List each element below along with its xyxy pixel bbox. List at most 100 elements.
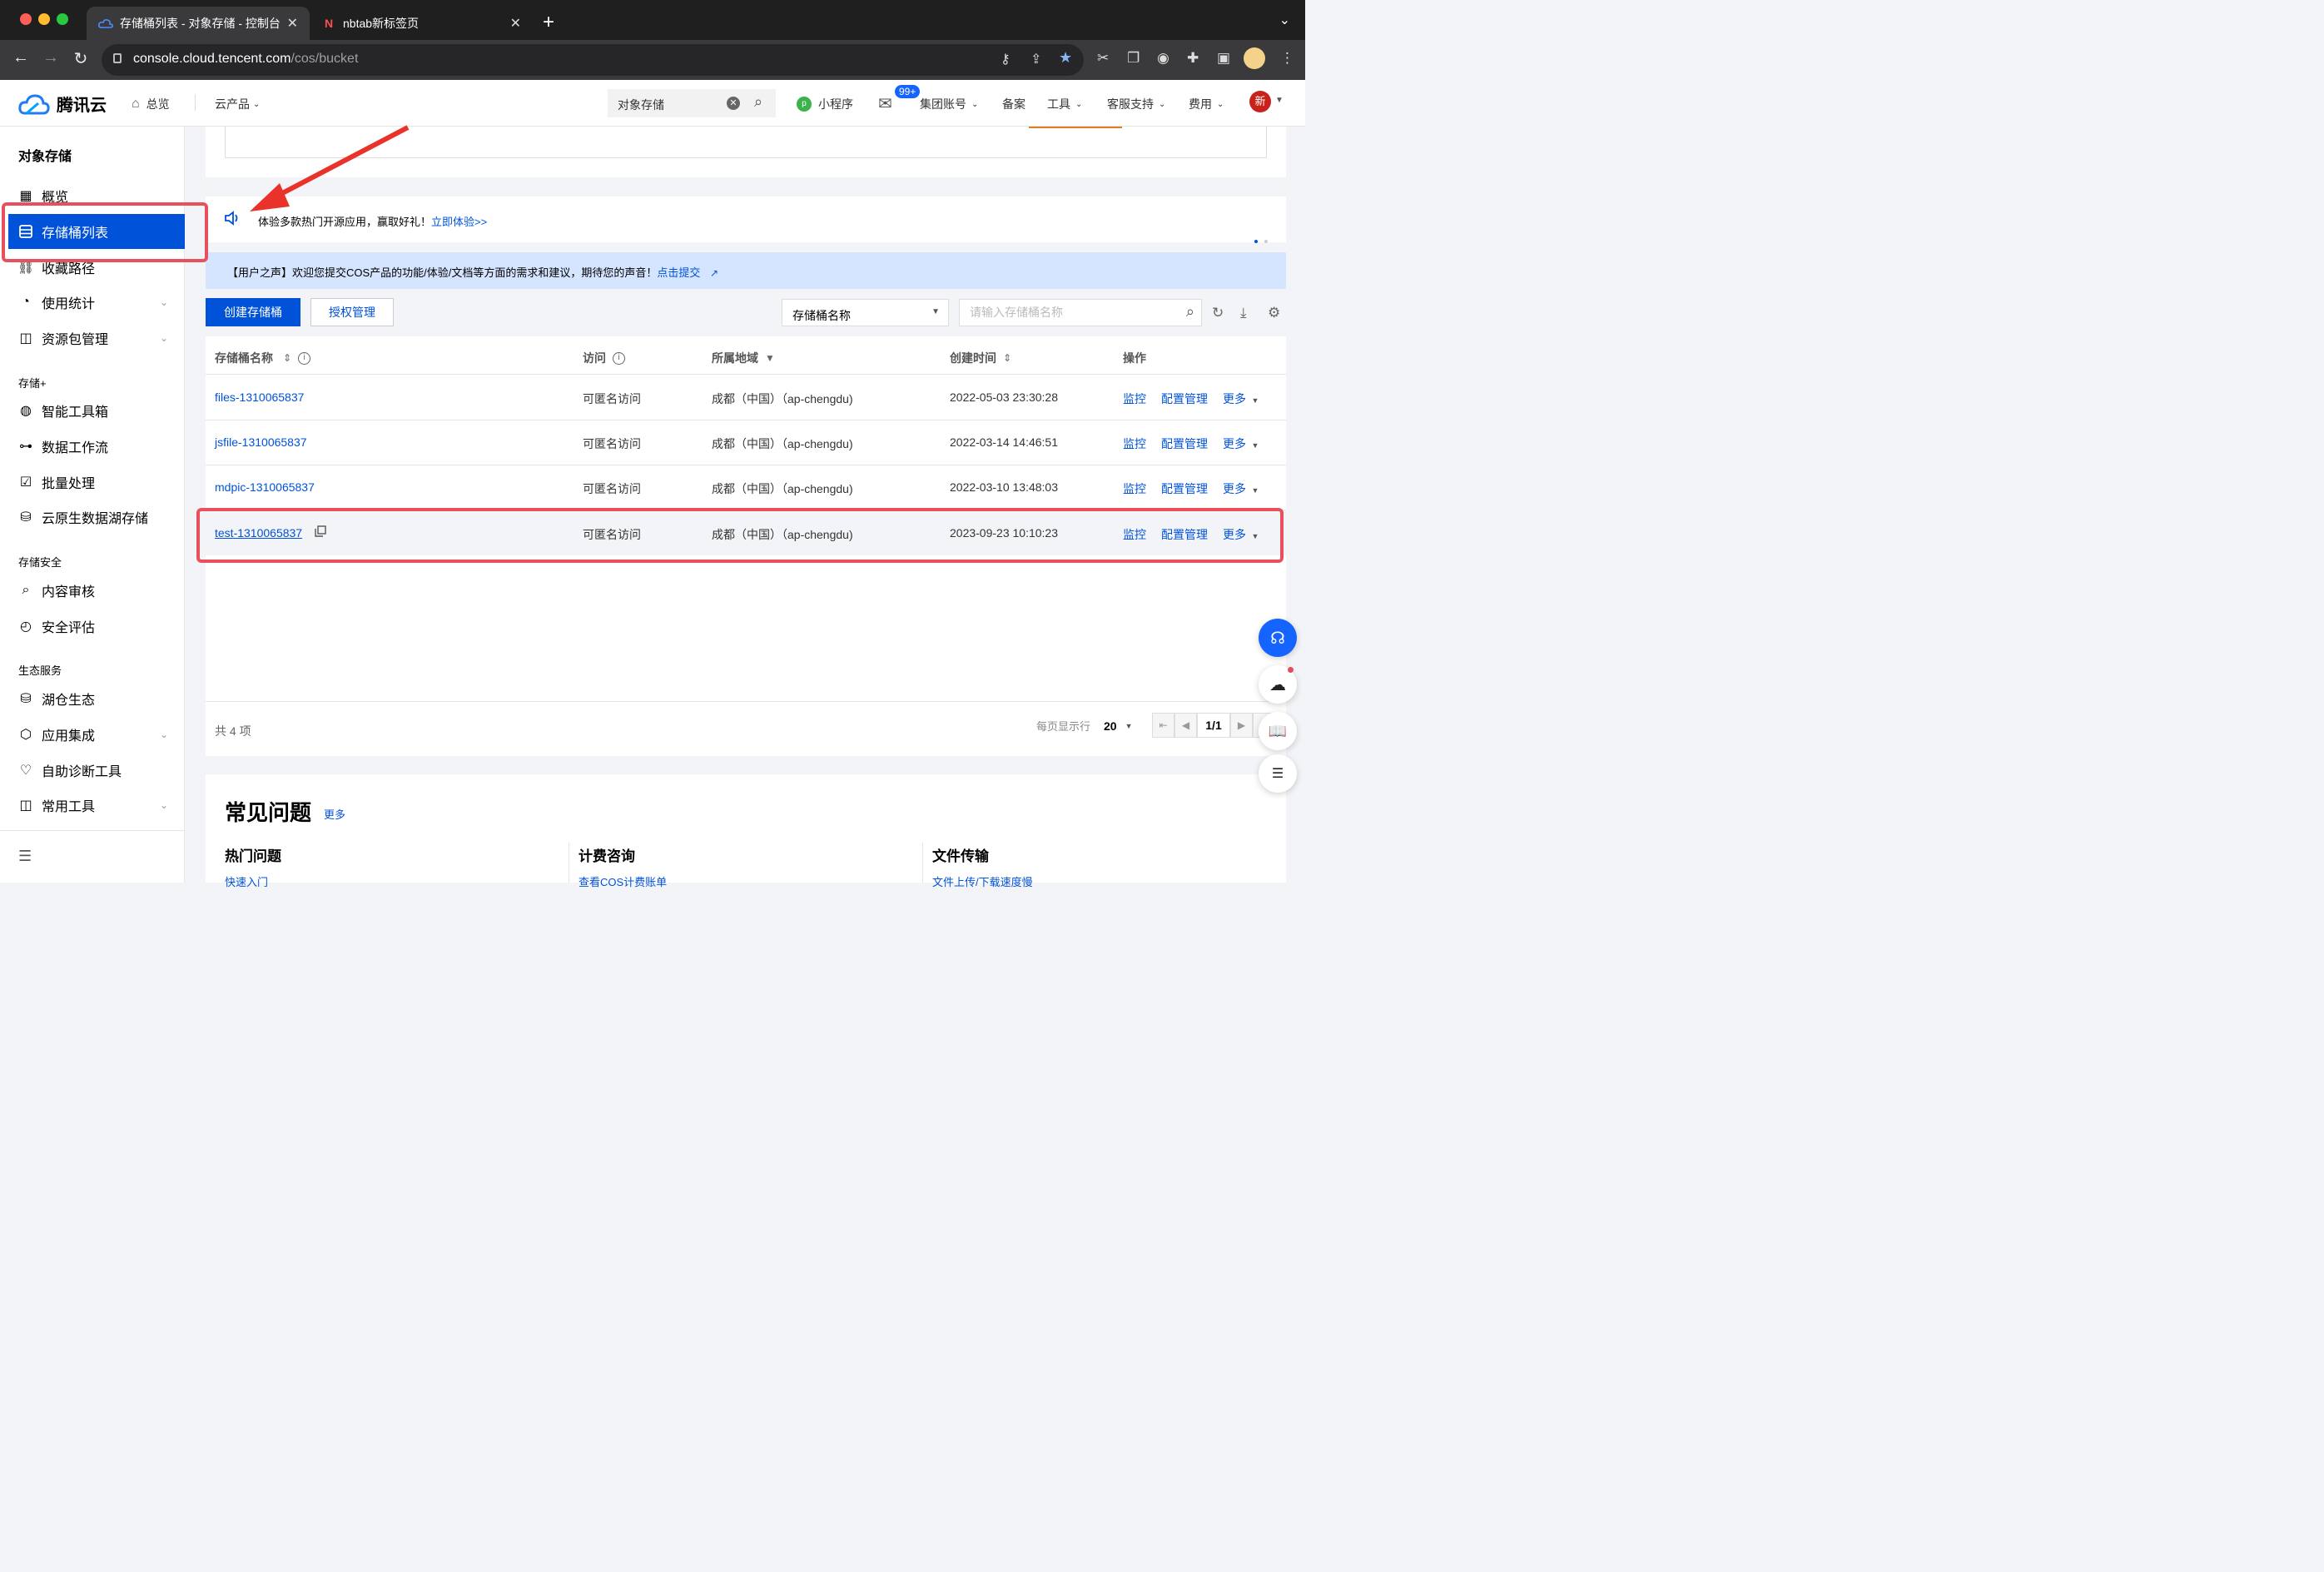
filing-link[interactable]: 备案 [1002,96,1025,112]
carousel-dot[interactable] [1264,240,1268,243]
sidebar-item-workflow[interactable]: ⊶ 数据工作流 [0,429,185,464]
bucket-name-link[interactable]: mdpic-1310065837 [215,480,315,494]
bucket-name-link[interactable]: files-1310065837 [215,391,304,404]
minimize-window-button[interactable] [38,13,50,25]
mail-icon[interactable]: ✉ [878,93,892,114]
config-link[interactable]: 配置管理 [1161,391,1208,407]
filter-field-select[interactable]: 存储桶名称 ▼ [782,299,949,326]
monitor-link[interactable]: 监控 [1123,391,1146,407]
info-icon[interactable]: i [613,351,625,365]
search-icon[interactable]: ⌕ [754,93,762,111]
carousel-dot-active[interactable] [1254,240,1258,243]
key-icon[interactable]: ⚷ [1001,51,1011,67]
prev-page-icon[interactable]: ◀ [1174,713,1197,738]
bucket-name-link[interactable]: jsfile-1310065837 [215,435,307,449]
more-dropdown[interactable]: 更多 [1223,435,1259,452]
sidebar-item-resource-pack[interactable]: ◫ 资源包管理 ⌄ [0,321,185,356]
group-account-menu[interactable]: 集团账号 ⌄ [920,96,978,112]
color-extension-icon[interactable]: ◉ [1157,50,1169,67]
user-avatar[interactable]: 新 [1249,91,1271,112]
outline-menu-button[interactable]: ☰ [1259,754,1297,793]
info-icon[interactable]: i [298,351,311,365]
close-tab-icon[interactable]: ✕ [510,15,521,32]
settings-gear-icon[interactable]: ⚙ [1268,305,1280,321]
browser-tab-active[interactable]: 存储桶列表 - 对象存储 - 控制台 ✕ [87,7,310,40]
sidepanel-icon[interactable]: ▣ [1217,50,1230,67]
share-icon[interactable]: ⇪ [1030,51,1041,67]
external-link-icon[interactable]: ↗ [710,267,718,279]
submit-feedback-link[interactable]: 点击提交 [657,266,700,279]
url-bar[interactable]: console.cloud.tencent.com/cos/bucket ⚷ ⇪… [102,44,1084,76]
filter-icon[interactable]: ▼ [765,352,775,364]
copy-extension-icon[interactable]: ❐ [1127,50,1140,67]
new-tab-plus-icon[interactable]: + [543,10,554,35]
back-arrow-icon[interactable]: ← [9,48,32,67]
reload-icon[interactable]: ↻ [69,48,92,69]
sidebar-item-batch[interactable]: ☑ 批量处理 [0,465,185,500]
faq-link[interactable]: 查看COS计费账单 [579,873,667,889]
faq-more-link[interactable]: 更多 [324,806,345,822]
sort-icon[interactable]: ⇕ [283,352,291,364]
clear-search-icon[interactable]: ✕ [727,97,740,110]
collapse-sidebar-icon[interactable]: ☰ [18,848,32,865]
sort-icon[interactable]: ⇕ [1003,352,1011,364]
table-row: files-1310065837 可匿名访问 成都（中国）（ap-chengdu… [206,375,1286,420]
faq-link[interactable]: 文件上传/下载速度慢 [932,873,1033,889]
monitor-link[interactable]: 监控 [1123,435,1146,452]
next-page-icon[interactable]: ▶ [1230,713,1253,738]
customer-service-button[interactable]: ☊ [1259,619,1297,657]
auth-management-button[interactable]: 授权管理 [310,298,394,326]
page-size-selector[interactable]: 每页显示行 20 ▼ [1036,718,1133,734]
close-tab-icon[interactable]: ✕ [287,15,298,32]
maximize-window-button[interactable] [57,13,68,25]
refresh-icon[interactable]: ↻ [1212,305,1224,321]
sidebar-item-data-lake[interactable]: ⛁ 云原生数据湖存储 [0,500,185,535]
profile-avatar-icon[interactable] [1244,47,1265,69]
tab-search-chevron-icon[interactable]: ⌄ [1279,12,1290,28]
cut-extension-icon[interactable]: ✂ [1097,50,1109,67]
chevron-down-icon[interactable]: ▼ [1275,96,1284,105]
column-header-created[interactable]: 创建时间 ⇕ [950,350,1011,366]
sidebar-item-toolbox[interactable]: ◍ 智能工具箱 [0,393,185,428]
first-page-icon[interactable]: ⇤ [1152,713,1174,738]
overview-link[interactable]: ⌂ 总览 [132,96,170,112]
tools-menu[interactable]: 工具 ⌄ [1047,96,1082,112]
bookmark-star-icon[interactable]: ★ [1059,49,1072,67]
sidebar-item-app-integration[interactable]: ⬡ 应用集成 ⌄ [0,717,185,752]
browser-tab[interactable]: N nbtab新标签页 ✕ [310,7,533,40]
tencent-cloud-logo[interactable]: 腾讯云 [18,92,107,116]
billing-menu[interactable]: 费用 ⌄ [1189,96,1224,112]
sidebar-item-lakehouse[interactable]: ⛁ 湖仓生态 [0,681,185,716]
bucket-search-input[interactable] [970,306,1169,319]
header-search-input[interactable]: 对象存储 ✕ ⌕ [608,89,776,117]
forward-arrow-icon[interactable]: → [39,48,62,67]
close-window-button[interactable] [20,13,32,25]
caret-down-icon: ▼ [1125,721,1133,730]
mini-program-link[interactable]: p 小程序 [797,96,853,112]
sidebar-item-diagnose[interactable]: ♡ 自助诊断工具 [0,753,185,788]
products-menu[interactable]: 云产品 ⌄ [215,96,260,112]
puzzle-extensions-icon[interactable]: ✚ [1187,50,1199,67]
create-bucket-button[interactable]: 创建存储桶 [206,298,300,326]
browser-menu-icon[interactable]: ⋮ [1280,50,1294,67]
sidebar-item-security-eval[interactable]: ◴ 安全评估 [0,609,185,644]
docs-button[interactable]: 📖 [1259,712,1297,750]
brand-name: 腾讯云 [57,97,107,115]
column-header-name[interactable]: 存储桶名称 ⇕ i [215,350,311,366]
support-menu[interactable]: 客服支持 ⌄ [1107,96,1165,112]
config-link[interactable]: 配置管理 [1161,480,1208,497]
more-dropdown[interactable]: 更多 [1223,480,1259,497]
sidebar-item-usage[interactable]: ◔ 使用统计 ⌄ [0,285,185,320]
search-icon[interactable]: ⌕ [1186,303,1194,321]
bucket-search-field[interactable]: ⌕ [959,299,1202,326]
sidebar-item-content-audit[interactable]: ⌕ 内容审核 [0,573,185,608]
sidebar-item-common-tools[interactable]: ◫ 常用工具 ⌄ [0,788,185,823]
download-icon[interactable]: ⤓ [1240,305,1247,321]
config-link[interactable]: 配置管理 [1161,435,1208,452]
notice-link[interactable]: 立即体验>> [431,216,487,228]
page-indicator[interactable]: 1/1 [1197,713,1230,738]
carousel-dots[interactable] [1254,232,1268,246]
more-dropdown[interactable]: 更多 [1223,391,1259,407]
monitor-link[interactable]: 监控 [1123,480,1146,497]
faq-link[interactable]: 快速入门 [225,873,281,889]
